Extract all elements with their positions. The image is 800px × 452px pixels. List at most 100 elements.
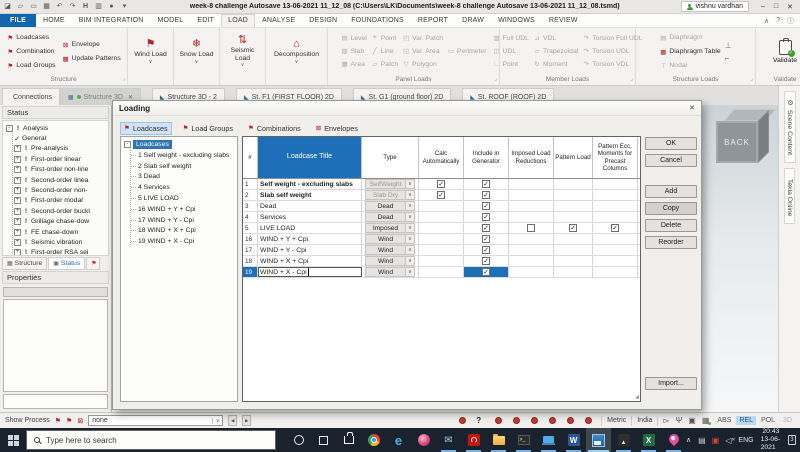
udl-button[interactable]: ◫ UDL [491,45,531,57]
tree-item[interactable]: 5 LIVE LOAD [131,193,236,204]
table-cell[interactable]: Dead [258,201,362,211]
line-button[interactable]: ╱ Line [369,45,400,57]
table-row[interactable]: 3 Dead Dead ∨ ✓ [243,201,640,212]
add-button[interactable]: Add [645,185,697,198]
redo-icon[interactable]: ↷ [68,0,77,13]
table-cell[interactable] [593,179,638,189]
table-cell[interactable] [509,201,554,211]
user-account-button[interactable]: vishnu vardhan [680,1,749,12]
table-cell[interactable]: Dead ∨ [362,201,419,211]
polygon-button[interactable]: ▽ Polygon [400,58,445,70]
view-cube-side-face[interactable] [758,110,769,163]
update-patterns-button[interactable]: ▦ Update Patterns [60,53,123,65]
table-row[interactable]: 17 WIND + Y - Cpi Wind ∨ ✓ [243,245,640,256]
table-cell[interactable] [419,223,464,233]
combination-icon[interactable]: ⚑ [66,417,72,425]
table-cell[interactable]: Wind ∨ [362,245,419,255]
table-cell[interactable]: Services [258,212,362,222]
tab-report[interactable]: REPORT [411,14,455,27]
grid-icon[interactable]: ▦ [702,416,711,425]
prev-button[interactable]: ◀ [228,415,238,426]
close-button[interactable]: ✕ [787,3,793,11]
table-cell[interactable] [593,201,638,211]
envelope-icon[interactable]: ⊠ [77,417,83,425]
loadcase-icon[interactable]: ⚑ [55,417,61,425]
taskbar-clock[interactable]: 20:43 13-06-2021 [761,428,782,452]
ok-button[interactable]: OK [645,137,697,150]
status-dot-icon[interactable] [549,417,557,424]
collapse-icon[interactable]: - [6,124,13,132]
table-cell[interactable] [419,267,464,277]
dialog-tab-load-groups[interactable]: ⚑ Load Groups [180,123,236,134]
word-icon[interactable]: W [561,428,586,452]
taskbar-search-input[interactable]: Type here to search [26,430,276,450]
delete-button[interactable]: Delete [645,219,697,232]
wind-load-button[interactable]: ⚑ Wind Load ∨ [130,37,171,67]
table-cell[interactable] [554,245,593,255]
tab-edit[interactable]: EDIT [190,14,221,27]
expand-icon[interactable]: + [14,238,21,246]
expand-icon[interactable]: + [14,207,21,215]
include-checkbox[interactable]: ✓ [482,257,490,265]
edge-icon[interactable]: e [386,428,411,452]
properties-combobox[interactable] [3,287,108,297]
status-dot-icon[interactable] [567,417,575,424]
table-cell[interactable]: ✓ [464,267,509,277]
table-cell[interactable] [419,234,464,244]
include-checkbox[interactable]: ✓ [482,224,490,232]
column-header[interactable]: Pattern Ecc. Moments for Precast Columns [593,137,638,178]
tree-item[interactable]: + ! Second-order buckl [14,206,108,216]
tekla-logo-icon[interactable]: ◪ [3,0,12,13]
expand-icon[interactable]: + [14,155,21,163]
table-cell[interactable]: ✓ [464,212,509,222]
table-cell[interactable]: Self weight - excluding slabs [258,179,362,189]
table-cell[interactable]: ✓ [464,234,509,244]
table-cell[interactable] [554,212,593,222]
tab-structure-panel[interactable]: ▦ Structure [2,257,48,270]
expand-icon[interactable]: + [14,176,21,184]
paint3d-icon[interactable] [411,428,436,452]
pattern_ecc-checkbox[interactable]: ✓ [611,224,619,232]
table-cell[interactable]: WIND + Y - Cpi [258,245,362,255]
tab-scene-content[interactable]: ⚙ Scene Content [783,91,796,163]
torsion-udl-button[interactable]: ↷ Torsion UDL [580,45,644,57]
seismic-load-button[interactable]: ⇅ Seismic Load ∨ [220,33,265,70]
new-icon[interactable]: ▱ [16,0,25,13]
table-cell[interactable]: 18 [243,256,258,266]
close-icon[interactable]: ✕ [689,104,695,112]
column-header[interactable]: Type [362,137,419,178]
table-cell[interactable]: 5 [243,223,258,233]
dialog-launcher-icon[interactable]: ⌟ [123,74,125,84]
image-icon[interactable]: ▣ [688,416,696,425]
table-cell[interactable] [509,256,554,266]
snapshot-icon[interactable]: ▥ [94,0,103,13]
tab-windows[interactable]: WINDOWS [491,14,542,27]
column-header[interactable]: Include in Generator [464,137,509,178]
resize-grip-icon[interactable]: ◢ [635,394,639,400]
dialog-tab-combinations[interactable]: ⚑ Combinations [245,123,304,134]
type-dropdown[interactable]: Wind ∨ [365,267,415,277]
table-cell[interactable]: ✓ [419,190,464,200]
minimize-button[interactable]: – [761,3,765,11]
table-row[interactable]: 1 Self weight - excluding slabs SelfWeight… [243,179,640,190]
collapse-icon[interactable]: - [124,141,131,148]
expand-icon[interactable]: + [14,187,21,195]
column-header[interactable]: Loadcase Title [258,137,362,178]
full-udl-button[interactable]: ▥ Full UDL [491,32,531,44]
type-dropdown[interactable]: SelfWeight ∨ [365,179,415,189]
cortana-icon[interactable] [286,428,311,452]
help-icon[interactable]: ? [476,416,481,425]
table-cell[interactable] [593,245,638,255]
tab-foundations[interactable]: FOUNDATIONS [344,14,411,27]
cancel-button[interactable]: Cancel [645,154,697,167]
table-cell[interactable] [554,234,593,244]
include-checkbox[interactable]: ✓ [482,213,490,221]
next-button[interactable]: ▶ [242,415,252,426]
table-cell[interactable]: ✓ [464,190,509,200]
table-cell[interactable] [509,267,554,277]
calc-checkbox[interactable]: ✓ [437,180,445,188]
tab-design[interactable]: DESIGN [302,14,344,27]
dialog-launcher-icon[interactable]: ⌟ [495,74,497,84]
notification-center-icon[interactable]: 3 [788,435,796,445]
tree-item[interactable]: + ! First-order modal [14,196,108,206]
